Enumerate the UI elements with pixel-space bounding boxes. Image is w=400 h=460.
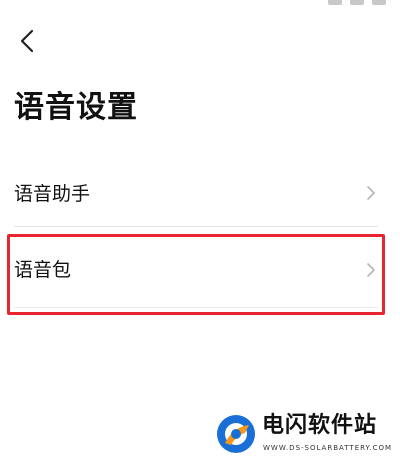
voice-settings-screen: 语音设置 语音助手 语音包 电闪软件站 WWW.DS-SOLARBATTERY.… [0,0,400,460]
status-icons [328,0,386,8]
divider [14,226,378,227]
chevron-right-icon [364,184,378,202]
status-indicator-icon [372,0,386,5]
divider [14,307,378,308]
chevron-right-icon [364,261,378,279]
status-indicator-icon [328,0,342,5]
settings-item-voice-pack[interactable]: 语音包 [14,233,386,307]
brand-logo-icon [217,415,255,453]
back-button[interactable] [10,24,44,58]
settings-list: 语音助手 语音包 [0,160,400,308]
watermark: 电闪软件站 WWW.DS-SOLARBATTERY.COM [205,408,400,460]
settings-item-label: 语音包 [14,259,72,281]
page-title: 语音设置 [14,90,138,125]
status-indicator-icon [350,0,364,5]
chevron-left-icon [20,29,34,53]
watermark-brand: 电闪软件站 [262,413,378,438]
settings-item-voice-assistant[interactable]: 语音助手 [14,160,386,226]
watermark-url: WWW.DS-SOLARBATTERY.COM [263,444,393,452]
settings-item-label: 语音助手 [14,183,91,205]
status-bar [0,0,400,10]
